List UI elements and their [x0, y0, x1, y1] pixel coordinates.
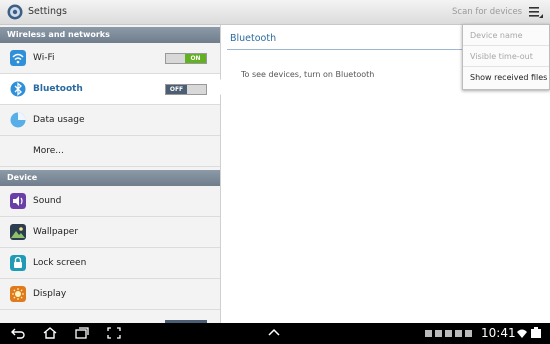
home-icon[interactable]: [42, 326, 58, 340]
detail-title: Bluetooth: [230, 33, 277, 44]
toggle-state-label: OFF: [166, 85, 187, 94]
sidebar-item-lock-screen[interactable]: Lock screen: [0, 248, 220, 279]
bluetooth-off-message: To see devices, turn on Bluetooth: [241, 70, 375, 79]
menu-item-show-received-files[interactable]: Show received files: [463, 67, 549, 88]
sound-icon: [10, 193, 26, 209]
action-bar: Settings Scan for devices: [0, 0, 550, 25]
sidebar-item-label: Data usage: [33, 115, 85, 125]
wifi-battery-icons: [517, 327, 541, 338]
data-usage-icon: [10, 112, 26, 128]
menu-item-device-name[interactable]: Device name: [463, 25, 549, 46]
sidebar-item-label: Bluetooth: [33, 84, 83, 94]
toggle-state-label: ON: [185, 54, 206, 63]
sidebar-item-label: Display: [33, 289, 67, 299]
sidebar-item-wallpaper[interactable]: Wallpaper: [0, 217, 220, 248]
wallpaper-icon: [10, 224, 26, 240]
sidebar-item-display[interactable]: Display: [0, 279, 220, 310]
sidebar-item-more[interactable]: More...: [0, 136, 220, 167]
settings-sidebar: Wireless and networks Wi-Fi ON Bluetooth…: [0, 25, 221, 323]
selection-pointer: [212, 79, 221, 95]
sidebar-item-data-usage[interactable]: Data usage: [0, 105, 220, 136]
wifi-toggle[interactable]: ON: [165, 53, 207, 64]
app-title: Settings: [28, 6, 67, 17]
overflow-menu-icon[interactable]: [526, 3, 544, 21]
scan-for-devices-button[interactable]: Scan for devices: [452, 4, 522, 20]
section-header-wireless: Wireless and networks: [0, 27, 220, 43]
status-clock: 10:41: [481, 326, 516, 340]
system-navigation-bar: 10:41: [0, 323, 550, 344]
sidebar-item-label: Wi-Fi: [33, 53, 55, 63]
expand-up-icon[interactable]: [266, 326, 282, 340]
sidebar-item-label: Sound: [33, 196, 62, 206]
sidebar-item-label: Wallpaper: [33, 227, 79, 237]
sidebar-item-bluetooth[interactable]: Bluetooth OFF: [0, 74, 220, 105]
sidebar-item-wifi[interactable]: Wi-Fi ON: [0, 43, 220, 74]
bluetooth-icon: [10, 81, 26, 97]
lock-icon: [10, 255, 26, 271]
recent-apps-icon[interactable]: [74, 326, 90, 340]
notification-icons: [425, 330, 472, 337]
wifi-icon: [10, 50, 26, 66]
menu-item-visible-timeout[interactable]: Visible time-out: [463, 46, 549, 67]
settings-gear-icon: [7, 4, 23, 20]
overflow-menu: Device name Visible time-out Show receiv…: [462, 24, 550, 90]
bluetooth-toggle[interactable]: OFF: [165, 84, 207, 95]
sidebar-item-label: Lock screen: [33, 258, 87, 268]
display-icon: [10, 286, 26, 302]
section-header-device: Device: [0, 170, 220, 186]
sidebar-item-sound[interactable]: Sound: [0, 186, 220, 217]
screenshot-icon[interactable]: [106, 326, 122, 340]
back-icon[interactable]: [10, 326, 26, 340]
sidebar-item-label: More...: [33, 146, 64, 156]
